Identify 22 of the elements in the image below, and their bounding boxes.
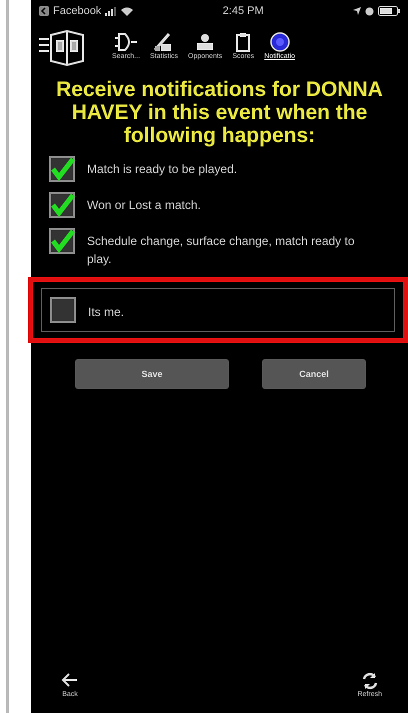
back-app-icon[interactable] — [39, 6, 49, 16]
heading-text: Receive notifications for DONNA HAVEY in this event when the following happens: — [55, 77, 384, 150]
save-button[interactable]: Save — [75, 359, 229, 390]
battery-icon — [378, 6, 400, 16]
option-label: Match is ready to be played. — [87, 161, 238, 178]
cancel-button[interactable]: Cancel — [262, 359, 366, 390]
notification-icon — [268, 32, 291, 52]
refresh-icon — [360, 672, 379, 690]
back-app-link[interactable]: Facebook — [53, 2, 102, 20]
checkbox[interactable] — [49, 192, 75, 218]
option-label: Won or Lost a match. — [87, 197, 201, 214]
checkbox[interactable] — [50, 297, 76, 324]
checkbox[interactable] — [49, 228, 75, 254]
option-label: Schedule change, surface change, match ready to play. — [87, 233, 356, 268]
back-icon — [61, 672, 79, 690]
location-icon — [353, 7, 361, 15]
clock-time: 2:45 PM — [222, 4, 264, 19]
wifi-icon — [121, 6, 134, 16]
checkbox[interactable] — [49, 156, 75, 182]
logic-gate-icon — [115, 32, 137, 52]
option-label: Its me. — [88, 304, 124, 322]
signal-icon — [105, 6, 118, 16]
